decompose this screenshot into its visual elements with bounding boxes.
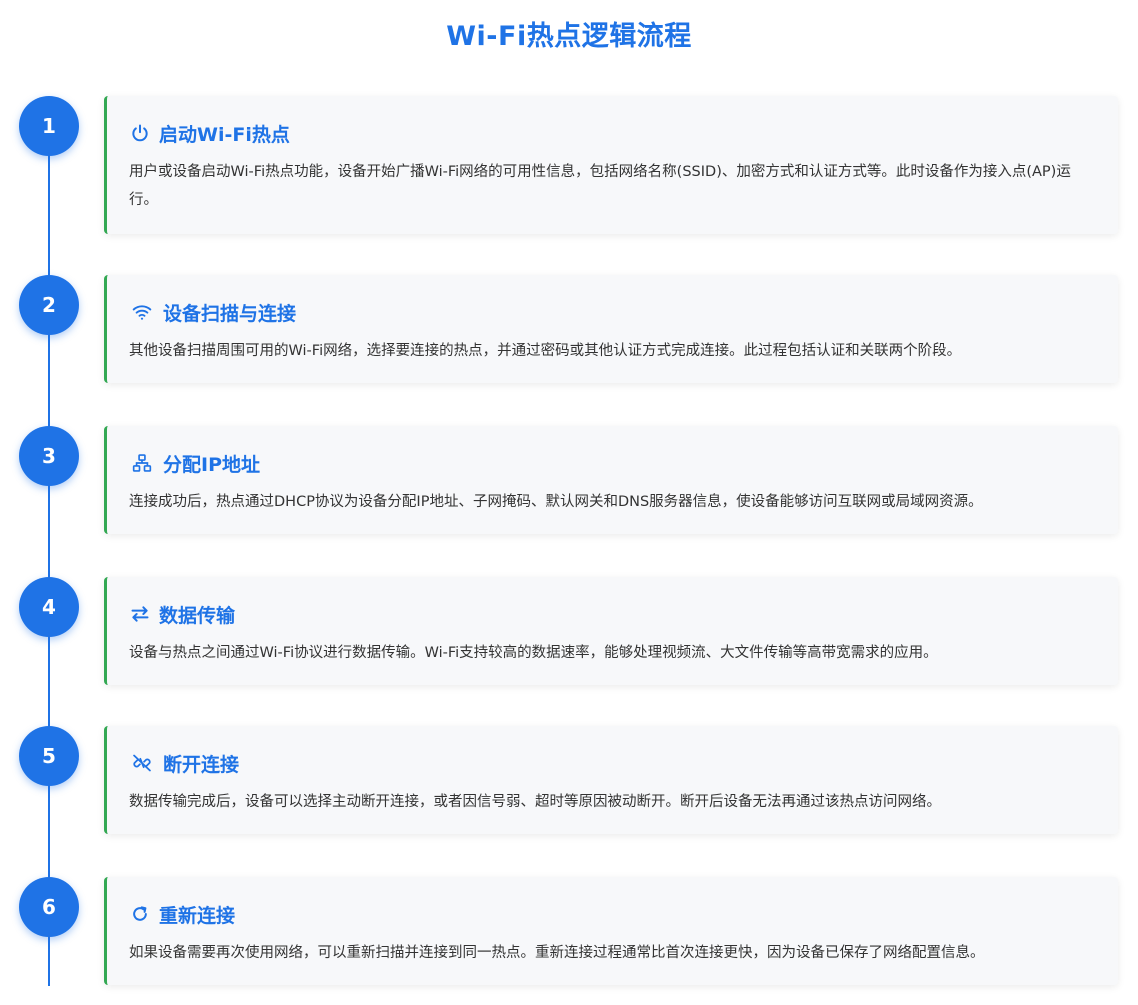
step-number-5: 5 [19, 726, 79, 786]
step-number-3: 3 [19, 426, 79, 486]
exchange-arrows-icon [129, 603, 151, 625]
step-description: 数据传输完成后，设备可以选择主动断开连接，或者因信号弱、超时等原因被动断开。断开… [129, 794, 941, 810]
step-title: 分配IP地址 [163, 453, 260, 476]
step-description: 设备与热点之间通过Wi-Fi协议进行数据传输。Wi-Fi支持较高的数据速率，能够… [129, 645, 938, 661]
step-card-1: 启动Wi-Fi热点 用户或设备启动Wi-Fi热点功能，设备开始广播Wi-Fi网络… [104, 96, 1118, 234]
step-title: 设备扫描与连接 [163, 302, 297, 325]
step-number-4: 4 [19, 577, 79, 637]
step-card-5: 断开连接 数据传输完成后，设备可以选择主动断开连接，或者因信号弱、超时等原因被动… [104, 726, 1118, 834]
step-description: 其他设备扫描周围可用的Wi-Fi网络，选择要连接的热点，并通过密码或其他认证方式… [129, 343, 962, 359]
step-title: 断开连接 [163, 753, 240, 776]
step-description: 用户或设备启动Wi-Fi热点功能，设备开始广播Wi-Fi网络的可用性信息，包括网… [129, 164, 1071, 208]
timeline-line [48, 126, 50, 986]
wifi-icon [129, 301, 155, 323]
page-title: Wi-Fi热点逻辑流程 [446, 21, 692, 52]
step-card-6: 重新连接 如果设备需要再次使用网络，可以重新扫描并连接到同一热点。重新连接过程通… [104, 877, 1118, 985]
step-title: 数据传输 [159, 604, 236, 627]
step-title: 重新连接 [159, 904, 236, 927]
step-number-6: 6 [19, 877, 79, 937]
network-icon [129, 452, 155, 474]
step-description: 连接成功后，热点通过DHCP协议为设备分配IP地址、子网掩码、默认网关和DNS服… [129, 494, 983, 510]
step-title: 启动Wi-Fi热点 [159, 123, 290, 146]
step-number-1: 1 [19, 96, 79, 156]
power-icon [129, 122, 151, 144]
step-card-2: 设备扫描与连接 其他设备扫描周围可用的Wi-Fi网络，选择要连接的热点，并通过密… [104, 275, 1118, 383]
step-number-2: 2 [19, 275, 79, 335]
step-card-4: 数据传输 设备与热点之间通过Wi-Fi协议进行数据传输。Wi-Fi支持较高的数据… [104, 577, 1118, 685]
step-description: 如果设备需要再次使用网络，可以重新扫描并连接到同一热点。重新连接过程通常比首次连… [129, 945, 985, 961]
step-card-3: 分配IP地址 连接成功后，热点通过DHCP协议为设备分配IP地址、子网掩码、默认… [104, 426, 1118, 534]
broken-link-icon [129, 752, 155, 774]
redo-icon [129, 903, 151, 925]
